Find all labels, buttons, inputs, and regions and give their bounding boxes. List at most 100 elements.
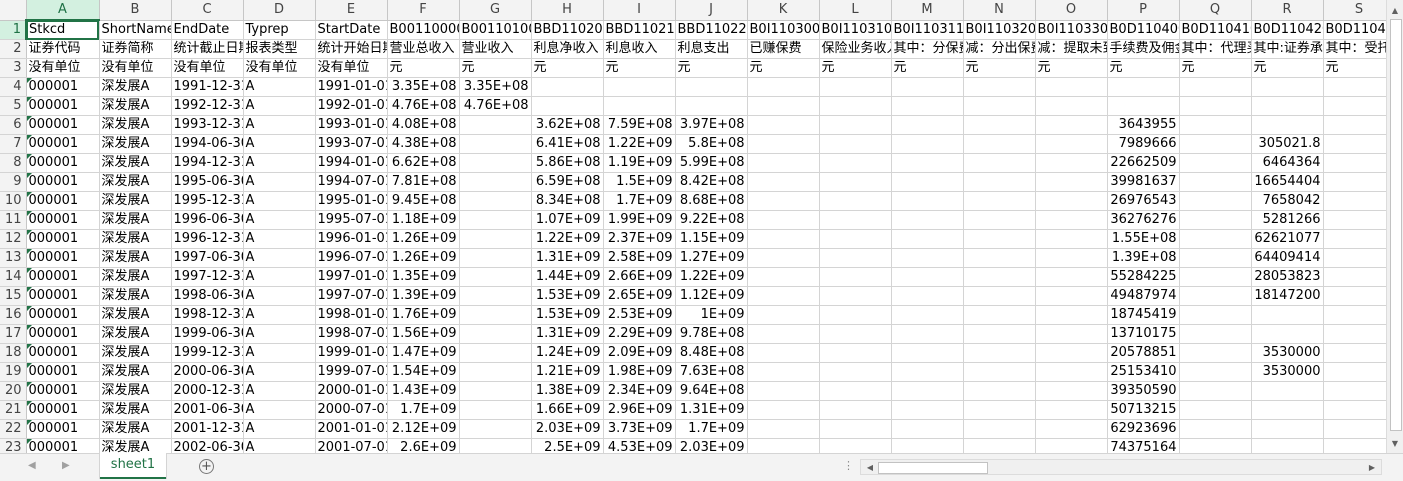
cell-c14[interactable]: 1997-12-31 (171, 267, 244, 287)
cell-l1[interactable]: B0I1103100 (819, 20, 892, 40)
cell-i10[interactable]: 1.7E+09 (603, 191, 676, 211)
cell-f10[interactable]: 9.45E+08 (387, 191, 460, 211)
cell-m20[interactable] (891, 381, 964, 401)
cell-d14[interactable]: A (243, 267, 316, 287)
cell-h23[interactable]: 2.5E+09 (531, 438, 604, 453)
column-header-g[interactable]: G (459, 0, 532, 21)
cell-s14[interactable] (1323, 267, 1386, 287)
cell-c2[interactable]: 统计截止日期 (171, 39, 244, 59)
horizontal-scrollbar[interactable]: ◀ ▶ (860, 459, 1382, 475)
cell-r14[interactable]: 28053823 (1251, 267, 1324, 287)
cell-q21[interactable] (1179, 400, 1252, 420)
cell-k8[interactable] (747, 153, 820, 173)
cell-c20[interactable]: 2000-12-31 (171, 381, 244, 401)
cell-a6[interactable]: 000001 (26, 115, 100, 135)
cell-j15[interactable]: 1.12E+09 (675, 286, 748, 306)
cell-p6[interactable]: 3643955 (1107, 115, 1180, 135)
cell-a4[interactable]: 000001 (26, 77, 100, 97)
cell-g10[interactable] (459, 191, 532, 211)
cell-o9[interactable] (1035, 172, 1108, 192)
cell-c13[interactable]: 1997-06-30 (171, 248, 244, 268)
cell-g11[interactable] (459, 210, 532, 230)
cell-d19[interactable]: A (243, 362, 316, 382)
cell-r12[interactable]: 62621077 (1251, 229, 1324, 249)
cell-p17[interactable]: 13710175 (1107, 324, 1180, 344)
cell-k7[interactable] (747, 134, 820, 154)
cell-q13[interactable] (1179, 248, 1252, 268)
cell-d4[interactable]: A (243, 77, 316, 97)
cell-n22[interactable] (963, 419, 1036, 439)
column-header-d[interactable]: D (243, 0, 316, 21)
cell-i9[interactable]: 1.5E+09 (603, 172, 676, 192)
cell-e5[interactable]: 1992-01-01 (315, 96, 388, 116)
cell-b13[interactable]: 深发展A (99, 248, 172, 268)
row-header[interactable]: 21 (0, 400, 27, 420)
cell-d9[interactable]: A (243, 172, 316, 192)
cell-s7[interactable] (1323, 134, 1386, 154)
row-header[interactable]: 4 (0, 77, 27, 97)
cell-e8[interactable]: 1994-01-01 (315, 153, 388, 173)
cell-f2[interactable]: 营业总收入 (387, 39, 460, 59)
cell-l15[interactable] (819, 286, 892, 306)
cell-g12[interactable] (459, 229, 532, 249)
cell-b23[interactable]: 深发展A (99, 438, 172, 453)
cell-g19[interactable] (459, 362, 532, 382)
cell-s21[interactable] (1323, 400, 1386, 420)
cell-s4[interactable] (1323, 77, 1386, 97)
row-header[interactable]: 8 (0, 153, 27, 173)
cell-j2[interactable]: 利息支出 (675, 39, 748, 59)
cell-e6[interactable]: 1993-01-01 (315, 115, 388, 135)
cell-n3[interactable]: 元 (963, 58, 1036, 78)
cell-c15[interactable]: 1998-06-30 (171, 286, 244, 306)
cell-e15[interactable]: 1997-07-01 (315, 286, 388, 306)
cell-c10[interactable]: 1995-12-31 (171, 191, 244, 211)
cell-s22[interactable] (1323, 419, 1386, 439)
cell-m14[interactable] (891, 267, 964, 287)
cell-q4[interactable] (1179, 77, 1252, 97)
row-header[interactable]: 16 (0, 305, 27, 325)
column-header-s[interactable]: S (1323, 0, 1386, 21)
row-header[interactable]: 11 (0, 210, 27, 230)
cell-d17[interactable]: A (243, 324, 316, 344)
cell-r10[interactable]: 7658042 (1251, 191, 1324, 211)
cell-r19[interactable]: 3530000 (1251, 362, 1324, 382)
cell-l5[interactable] (819, 96, 892, 116)
row-header[interactable]: 17 (0, 324, 27, 344)
cell-k1[interactable]: B0I1103000 (747, 20, 820, 40)
cell-o12[interactable] (1035, 229, 1108, 249)
cell-g1[interactable]: B0011010000 (459, 20, 532, 40)
cell-r5[interactable] (1251, 96, 1324, 116)
cell-s19[interactable] (1323, 362, 1386, 382)
cell-r2[interactable]: 其中:证券承销业务净收入 (1251, 39, 1324, 59)
cell-c16[interactable]: 1998-12-31 (171, 305, 244, 325)
row-header[interactable]: 6 (0, 115, 27, 135)
cell-a18[interactable]: 000001 (26, 343, 100, 363)
cell-f6[interactable]: 4.08E+08 (387, 115, 460, 135)
select-all-corner[interactable] (0, 0, 27, 21)
scroll-down-icon[interactable]: ▼ (1387, 435, 1403, 451)
cell-o10[interactable] (1035, 191, 1108, 211)
cell-q7[interactable] (1179, 134, 1252, 154)
cell-n20[interactable] (963, 381, 1036, 401)
cell-m5[interactable] (891, 96, 964, 116)
cell-l6[interactable] (819, 115, 892, 135)
cell-n10[interactable] (963, 191, 1036, 211)
cell-b15[interactable]: 深发展A (99, 286, 172, 306)
cell-e17[interactable]: 1998-07-01 (315, 324, 388, 344)
cell-c11[interactable]: 1996-06-30 (171, 210, 244, 230)
cell-p11[interactable]: 36276276 (1107, 210, 1180, 230)
cell-i13[interactable]: 2.58E+09 (603, 248, 676, 268)
column-header-q[interactable]: Q (1179, 0, 1252, 21)
cell-j9[interactable]: 8.42E+08 (675, 172, 748, 192)
cell-e3[interactable]: 没有单位 (315, 58, 388, 78)
cell-b6[interactable]: 深发展A (99, 115, 172, 135)
cell-a15[interactable]: 000001 (26, 286, 100, 306)
cell-c6[interactable]: 1993-12-31 (171, 115, 244, 135)
cell-g21[interactable] (459, 400, 532, 420)
cell-r17[interactable] (1251, 324, 1324, 344)
cell-i4[interactable] (603, 77, 676, 97)
cell-o17[interactable] (1035, 324, 1108, 344)
cell-k14[interactable] (747, 267, 820, 287)
cell-h12[interactable]: 1.22E+09 (531, 229, 604, 249)
cell-b19[interactable]: 深发展A (99, 362, 172, 382)
